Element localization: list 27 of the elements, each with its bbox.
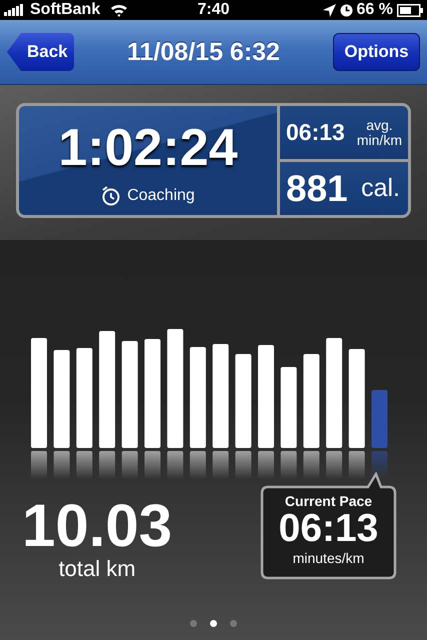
calories-value: 881 [286, 168, 348, 210]
alarm-clock-icon [340, 4, 353, 16]
page-dot[interactable] [210, 620, 217, 627]
current-pace-label: Current Pace [284, 493, 372, 509]
signal-icon [4, 4, 26, 16]
coaching-label: Coaching [127, 186, 195, 204]
average-pace-value: 06:13 [286, 119, 345, 146]
pace-unit: min/km [356, 132, 402, 148]
options-button[interactable]: Options [332, 33, 420, 71]
distance-value: 10.03 [22, 496, 172, 556]
battery-icon [397, 4, 423, 16]
average-label: avg. [366, 118, 393, 132]
wifi-icon [110, 3, 128, 17]
alarm-clock-icon [101, 186, 122, 206]
carrier-name: SoftBank [30, 1, 100, 19]
clock-time: 7:40 [197, 1, 230, 18]
current-pace-unit: minutes/km [292, 550, 364, 566]
page-dot[interactable] [230, 620, 237, 627]
current-pace-value: 06:13 [278, 509, 378, 550]
location-arrow-icon [322, 4, 336, 16]
back-button[interactable]: Back [7, 33, 74, 71]
screen-title: 11/08/15 6:32 [127, 38, 280, 66]
distance-unit: total km [58, 556, 136, 582]
battery-percent: 66 % [356, 1, 393, 19]
calories-unit: cal. [361, 174, 400, 203]
page-dot[interactable] [190, 620, 197, 627]
duration-value: 1:02:24 [58, 122, 238, 174]
